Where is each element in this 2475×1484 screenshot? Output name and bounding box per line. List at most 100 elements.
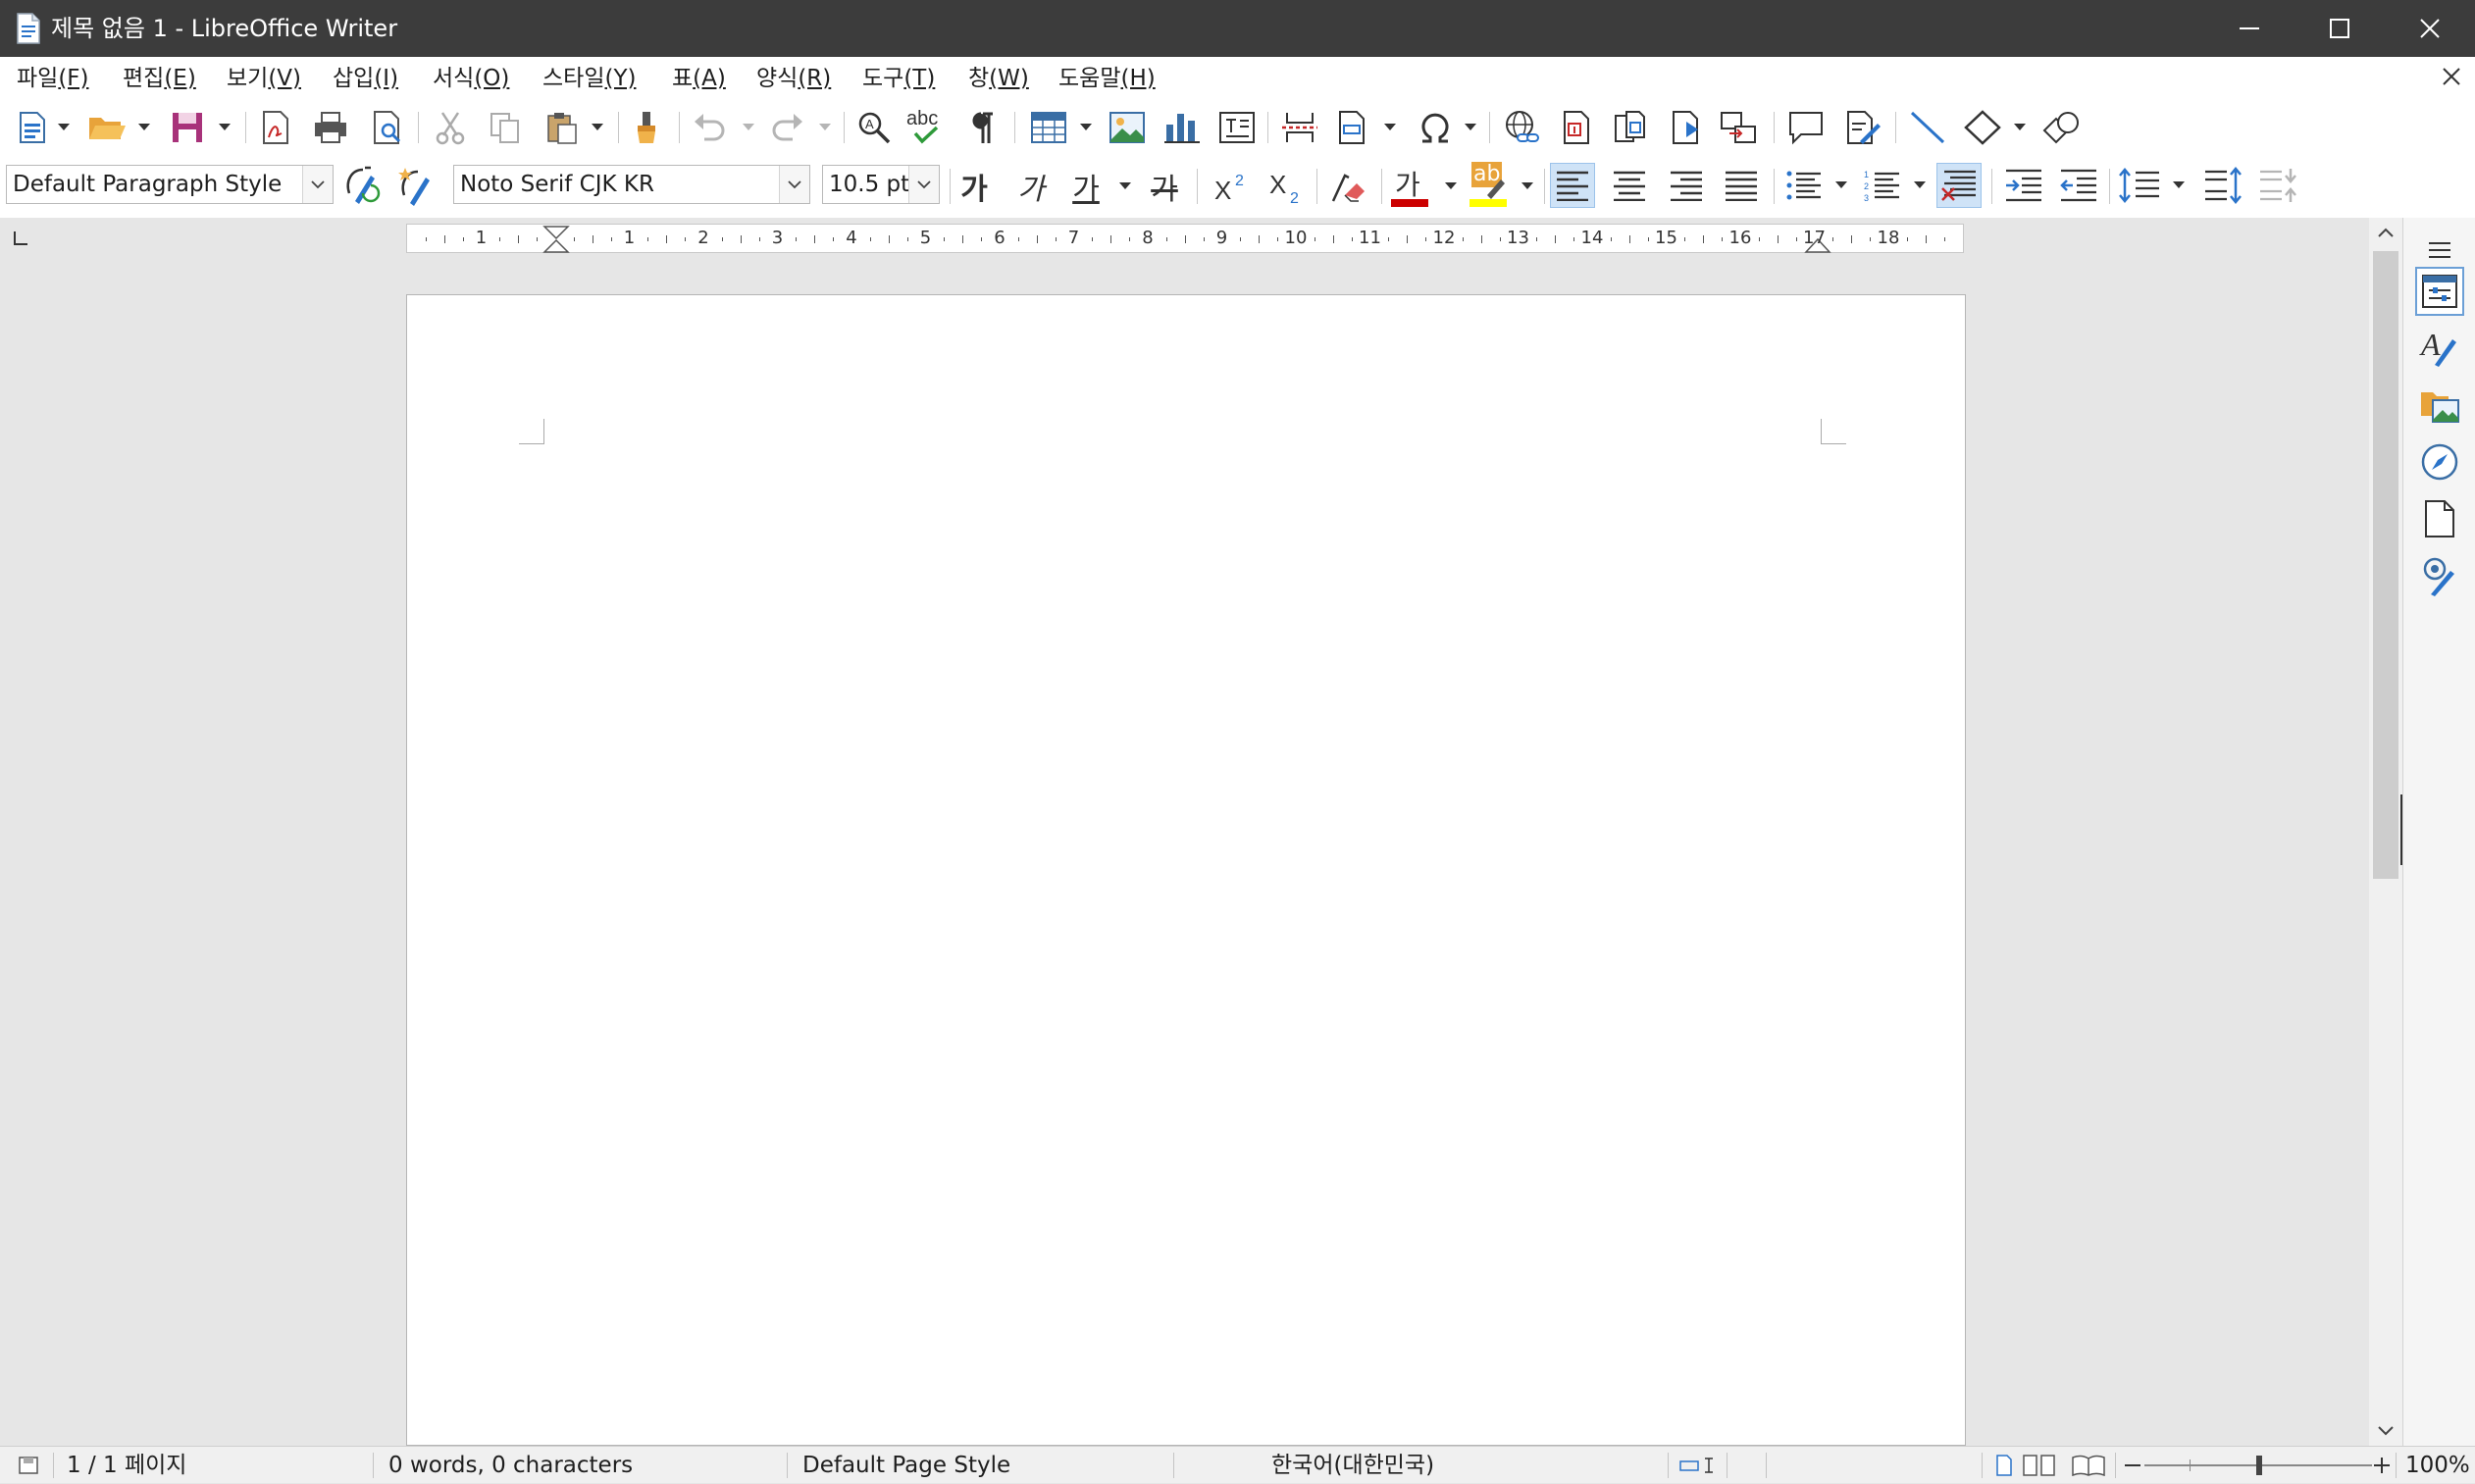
- insert-chart-button[interactable]: [1160, 105, 1205, 150]
- insert-special-character-button[interactable]: [1413, 105, 1458, 150]
- print-button[interactable]: [308, 105, 353, 150]
- insert-hyperlink-button[interactable]: [1499, 105, 1544, 150]
- tab-stop-selector[interactable]: [14, 231, 27, 245]
- align-right-button[interactable]: [1664, 163, 1709, 208]
- save-dropdown[interactable]: [218, 105, 232, 150]
- redo-button[interactable]: [765, 105, 810, 150]
- special-character-dropdown[interactable]: [1464, 105, 1477, 150]
- underline-button[interactable]: 가: [1063, 164, 1109, 209]
- decrease-paragraph-spacing-button[interactable]: [2256, 163, 2301, 208]
- export-pdf-button[interactable]: [253, 105, 298, 150]
- zoom-out-icon[interactable]: [2123, 1458, 2142, 1472]
- zoom-slider-thumb[interactable]: [2256, 1456, 2262, 1475]
- superscript-button[interactable]: X2: [1209, 164, 1254, 209]
- font-size-dropdown[interactable]: [908, 166, 939, 203]
- document-page[interactable]: [406, 294, 1966, 1446]
- menu-window[interactable]: 창(W): [965, 57, 1032, 100]
- new-document-button[interactable]: [10, 105, 55, 150]
- zoom-level-status[interactable]: 100%: [2405, 1447, 2470, 1484]
- formatting-marks-button[interactable]: [961, 105, 1006, 150]
- paste-button[interactable]: [540, 105, 585, 150]
- sidebar-page-button[interactable]: [2415, 494, 2464, 543]
- line-spacing-dropdown[interactable]: [2172, 163, 2186, 208]
- unordered-list-button[interactable]: [1781, 163, 1827, 208]
- strikethrough-button[interactable]: 가: [1142, 164, 1187, 209]
- insert-image-button[interactable]: [1105, 105, 1150, 150]
- cut-button[interactable]: [428, 105, 473, 150]
- copy-button[interactable]: [483, 105, 528, 150]
- redo-dropdown[interactable]: [818, 105, 832, 150]
- close-document-button[interactable]: [2436, 61, 2467, 92]
- align-left-button[interactable]: [1550, 163, 1595, 208]
- language-status[interactable]: 한국어(대한민국): [1271, 1447, 1434, 1484]
- horizontal-ruler[interactable]: 1 1 2 3 4 5 6 7 8 9 10 11 12 13 14 15 16 17 18: [406, 224, 1964, 253]
- page-number-status[interactable]: 1 / 1 페이지: [67, 1447, 186, 1484]
- decrease-indent-button[interactable]: [2056, 163, 2101, 208]
- align-center-button[interactable]: [1607, 163, 1652, 208]
- new-document-dropdown[interactable]: [57, 105, 71, 150]
- maximize-button[interactable]: [2295, 0, 2385, 57]
- track-changes-button[interactable]: [1840, 105, 1885, 150]
- menu-help[interactable]: 도움말(H): [1056, 57, 1159, 100]
- paragraph-style-dropdown[interactable]: [302, 166, 333, 203]
- highlight-color-dropdown[interactable]: [1521, 164, 1534, 209]
- line-spacing-button[interactable]: [2117, 163, 2162, 208]
- update-style-button[interactable]: [339, 163, 385, 208]
- scroll-up-button[interactable]: [2369, 218, 2402, 247]
- print-preview-button[interactable]: [365, 105, 410, 150]
- insert-endnote-button[interactable]: [1609, 105, 1654, 150]
- justify-button[interactable]: [1719, 163, 1764, 208]
- highlight-color-button[interactable]: ab: [1466, 162, 1511, 209]
- sidebar-styles-button[interactable]: A: [2415, 322, 2464, 371]
- save-button[interactable]: [165, 105, 210, 150]
- open-button[interactable]: [84, 105, 129, 150]
- paste-dropdown[interactable]: [591, 105, 604, 150]
- menu-table[interactable]: 표(A): [669, 57, 729, 100]
- menu-insert[interactable]: 삽입(I): [330, 57, 401, 100]
- basic-shapes-button[interactable]: [1960, 105, 2005, 150]
- paragraph-style-combo[interactable]: Default Paragraph Style: [6, 165, 334, 204]
- ordered-list-button[interactable]: 1 2 3: [1860, 163, 1905, 208]
- zoom-in-icon[interactable]: [2372, 1456, 2392, 1475]
- sidebar-properties-button[interactable]: [2415, 267, 2464, 316]
- multi-page-view-icon[interactable]: [2023, 1455, 2058, 1476]
- increase-indent-button[interactable]: [2001, 163, 2046, 208]
- close-window-button[interactable]: [2385, 0, 2475, 57]
- vertical-scrollbar[interactable]: [2369, 218, 2402, 1446]
- insert-text-box-button[interactable]: [1214, 105, 1260, 150]
- font-name-dropdown[interactable]: [779, 166, 809, 203]
- clear-formatting-button[interactable]: [1326, 164, 1371, 209]
- menu-view[interactable]: 보기(V): [224, 57, 304, 100]
- open-dropdown[interactable]: [137, 105, 151, 150]
- underline-dropdown[interactable]: [1118, 164, 1132, 209]
- ordered-list-dropdown[interactable]: [1913, 163, 1927, 208]
- italic-button[interactable]: 가: [1008, 164, 1054, 209]
- insert-bookmark-button[interactable]: [1664, 105, 1709, 150]
- font-color-dropdown[interactable]: [1444, 164, 1458, 209]
- insert-comment-button[interactable]: [1783, 105, 1829, 150]
- menu-form[interactable]: 양식(R): [753, 57, 834, 100]
- menu-tools[interactable]: 도구(T): [859, 57, 938, 100]
- font-size-combo[interactable]: 10.5 pt: [822, 165, 940, 204]
- scrollbar-thumb[interactable]: [2373, 251, 2398, 879]
- new-style-button[interactable]: [394, 163, 439, 208]
- word-count-status[interactable]: 0 words, 0 characters: [388, 1447, 633, 1484]
- menu-styles[interactable]: 스타일(Y): [540, 57, 639, 100]
- single-page-view-icon[interactable]: [1995, 1455, 2013, 1476]
- insert-footnote-button[interactable]: [1554, 105, 1599, 150]
- increase-paragraph-spacing-button[interactable]: [2201, 163, 2246, 208]
- sidebar-gallery-button[interactable]: [2415, 381, 2464, 430]
- spelling-button[interactable]: abc: [904, 105, 950, 150]
- unordered-list-dropdown[interactable]: [1834, 163, 1848, 208]
- page-style-status[interactable]: Default Page Style: [802, 1447, 1010, 1484]
- insert-line-button[interactable]: [1905, 105, 1950, 150]
- no-list-button[interactable]: [1936, 163, 1982, 208]
- undo-button[interactable]: [687, 105, 732, 150]
- menu-edit[interactable]: 편집(E): [120, 57, 199, 100]
- minimize-button[interactable]: [2204, 0, 2295, 57]
- draw-functions-button[interactable]: [2038, 105, 2084, 150]
- insert-mode-icon[interactable]: [1679, 1457, 1715, 1474]
- book-view-icon[interactable]: [2072, 1455, 2105, 1476]
- document-modified-icon[interactable]: [18, 1456, 39, 1475]
- font-name-combo[interactable]: Noto Serif CJK KR: [453, 165, 810, 204]
